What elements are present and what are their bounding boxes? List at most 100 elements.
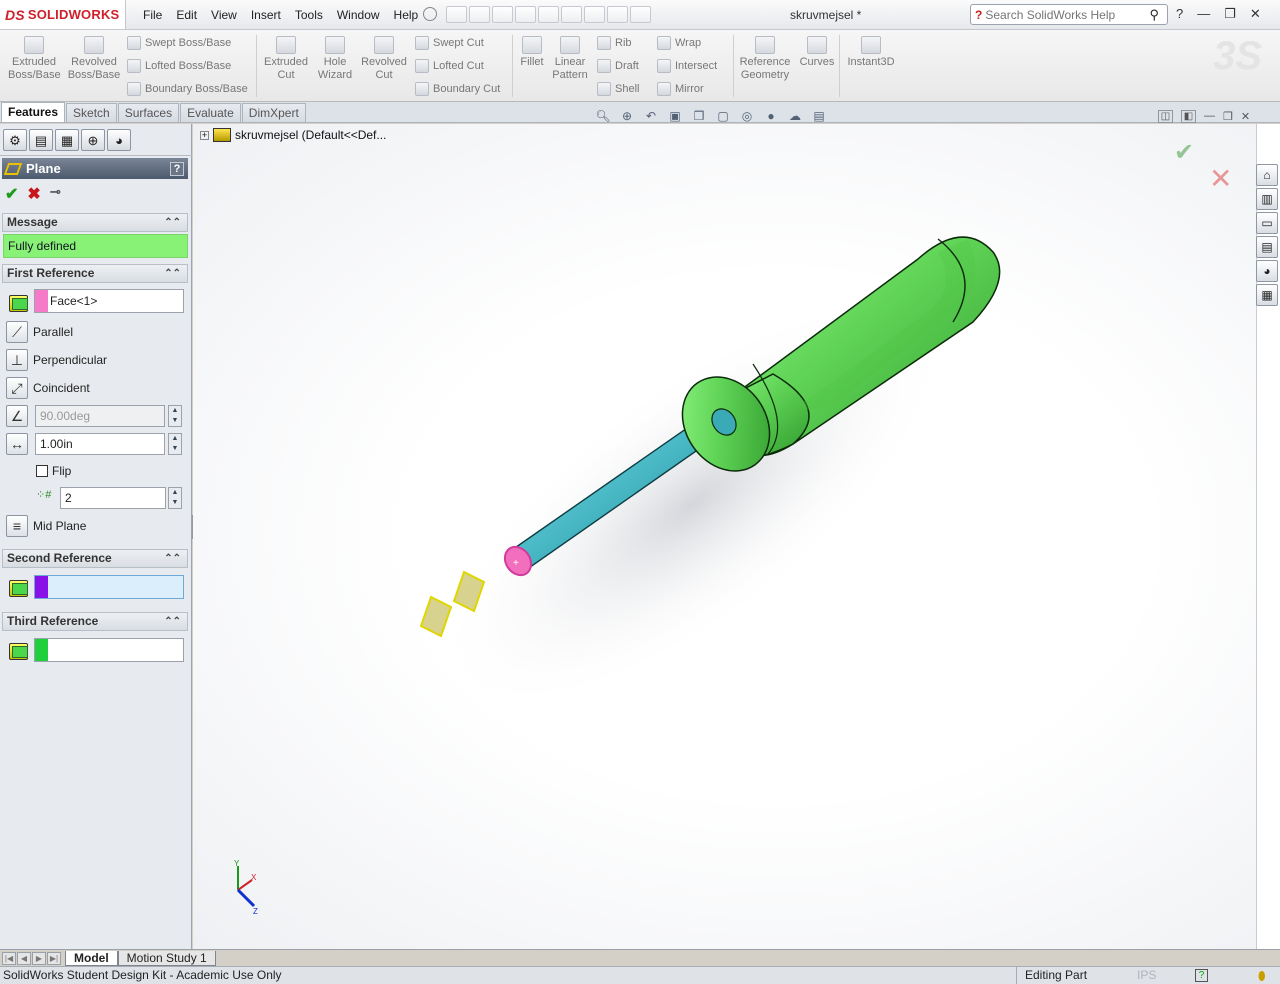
confirmation-ok-icon[interactable]: ✔ (1174, 138, 1194, 167)
rib-button[interactable]: Rib (597, 36, 632, 50)
file-explorer-icon[interactable]: ▭ (1256, 212, 1278, 234)
print-icon[interactable] (515, 6, 536, 23)
angle-icon[interactable]: ∠ (6, 405, 28, 427)
hide-show-items-icon[interactable]: ◎ (737, 108, 757, 125)
first-reference-header[interactable]: First Reference ⌃⌃ (2, 264, 188, 283)
minimize-icon[interactable]: — (1197, 6, 1210, 22)
first-tab-icon[interactable]: |◀ (2, 951, 16, 965)
rebuild-indicator-icon[interactable]: ⬮ (1258, 968, 1266, 984)
feature-manager-tab-icon[interactable]: ⚙ (3, 129, 27, 151)
parallel-option[interactable]: ⟋ Parallel (6, 321, 73, 343)
swept-boss-button[interactable]: Swept Boss/Base (127, 36, 231, 50)
viewport-layout-icon[interactable]: ◧ (1181, 110, 1196, 123)
dimxpert-manager-tab-icon[interactable]: ⊕ (81, 129, 105, 151)
tab-surfaces[interactable]: Surfaces (117, 103, 180, 122)
property-manager-tab-icon[interactable]: ▤ (29, 129, 53, 151)
collapse-icon[interactable]: ⌃⌃ (164, 265, 181, 282)
distance-input[interactable]: 1.00in (35, 433, 165, 455)
viewport-restore-icon[interactable]: ❐ (1223, 110, 1233, 123)
prev-tab-icon[interactable]: ◀ (17, 951, 31, 965)
menu-edit[interactable]: Edit (169, 8, 204, 22)
model-view[interactable]: + (193, 124, 1256, 949)
second-reference-header[interactable]: Second Reference ⌃⌃ (2, 549, 188, 568)
wrap-button[interactable]: Wrap (657, 36, 701, 50)
menu-file[interactable]: File (136, 8, 169, 22)
view-settings-icon[interactable]: ▤ (809, 108, 829, 125)
third-reference-field[interactable] (34, 638, 184, 662)
units-indicator[interactable]: IPS (1137, 967, 1156, 984)
viewport-close-icon[interactable]: ✕ (1241, 110, 1250, 123)
display-manager-tab-icon[interactable]: ◕ (107, 129, 131, 151)
angle-input[interactable]: 90.00deg (35, 405, 165, 427)
quick-tips-icon[interactable]: ? (1195, 969, 1208, 982)
revolved-boss-button[interactable]: Revolved Boss/Base (66, 36, 122, 82)
extruded-cut-button[interactable]: Extruded Cut (262, 36, 310, 82)
linear-pattern-button[interactable]: Linear Pattern (549, 36, 591, 82)
revolved-cut-button[interactable]: Revolved Cut (359, 36, 409, 82)
zoom-to-fit-icon[interactable]: 🔍︎ (593, 108, 613, 125)
menu-tools[interactable]: Tools (288, 8, 330, 22)
menu-pin-icon[interactable] (423, 7, 437, 21)
viewport-minimize-icon[interactable]: — (1204, 110, 1215, 123)
lofted-cut-button[interactable]: Lofted Cut (415, 59, 484, 73)
last-tab-icon[interactable]: ▶| (47, 951, 61, 965)
options-icon[interactable] (630, 6, 651, 23)
tab-dimxpert[interactable]: DimXpert (241, 103, 306, 122)
tab-model[interactable]: Model (65, 950, 118, 966)
previous-view-icon[interactable]: ↶ (641, 108, 661, 125)
close-icon[interactable]: ✕ (1250, 6, 1261, 22)
tab-evaluate[interactable]: Evaluate (180, 103, 241, 122)
perpendicular-option[interactable]: ⊥ Perpendicular (6, 349, 107, 371)
view-orientation-icon[interactable]: ❒ (689, 108, 709, 125)
ok-check-icon[interactable]: ✔ (5, 184, 18, 204)
custom-properties-icon[interactable]: ▦ (1256, 284, 1278, 306)
help-search-input[interactable] (985, 7, 1136, 22)
menu-view[interactable]: View (204, 8, 244, 22)
configuration-manager-tab-icon[interactable]: ▦ (55, 129, 79, 151)
lofted-boss-button[interactable]: Lofted Boss/Base (127, 59, 231, 73)
tab-features[interactable]: Features (1, 102, 66, 122)
viewport-split-icon[interactable]: ◫ (1158, 110, 1173, 123)
fillet-button[interactable]: Fillet (516, 36, 548, 69)
shell-button[interactable]: Shell (597, 82, 639, 96)
undo-icon[interactable] (538, 6, 559, 23)
extruded-boss-button[interactable]: Extruded Boss/Base (8, 36, 61, 82)
angle-spinner[interactable]: ▲ ▼ (168, 405, 182, 427)
help-button[interactable]: ? (170, 161, 184, 176)
next-tab-icon[interactable]: ▶ (32, 951, 46, 965)
mid-plane-option[interactable]: ≡ Mid Plane (6, 515, 86, 537)
message-section-header[interactable]: Message ⌃⌃ (2, 213, 188, 232)
display-style-icon[interactable]: ▢ (713, 108, 733, 125)
select-icon[interactable] (561, 6, 582, 23)
boundary-cut-button[interactable]: Boundary Cut (415, 82, 500, 96)
second-reference-field[interactable] (34, 575, 184, 599)
file-properties-icon[interactable] (607, 6, 628, 23)
first-reference-field[interactable]: Face<1> (34, 289, 184, 313)
flip-checkbox[interactable]: Flip (36, 464, 71, 478)
collapse-icon[interactable]: ⌃⌃ (164, 613, 181, 630)
section-view-icon[interactable]: ▣ (665, 108, 685, 125)
hole-wizard-button[interactable]: Hole Wizard (314, 36, 356, 82)
mirror-button[interactable]: Mirror (657, 82, 704, 96)
apply-scene-icon[interactable]: ☁ (785, 108, 805, 125)
zoom-to-area-icon[interactable]: ⊕ (617, 108, 637, 125)
collapse-icon[interactable]: ⌃⌃ (164, 214, 181, 231)
rebuild-icon[interactable] (584, 6, 605, 23)
menu-window[interactable]: Window (330, 8, 387, 22)
edit-appearance-icon[interactable]: ● (761, 108, 781, 125)
part-name[interactable]: skruvmejsel (Default<<Def... (235, 128, 386, 142)
new-document-icon[interactable] (446, 6, 467, 23)
pushpin-icon[interactable]: ⊸ (50, 184, 61, 204)
help-menu-icon[interactable]: ? (1176, 6, 1183, 22)
reference-geometry-button[interactable]: Reference Geometry (738, 36, 792, 82)
confirmation-cancel-icon[interactable]: ✕ (1209, 162, 1232, 195)
curves-button[interactable]: Curves (798, 36, 836, 69)
instances-spinner[interactable]: ▲ ▼ (168, 487, 182, 509)
solidworks-logo[interactable]: DS SOLIDWORKS (0, 0, 126, 29)
view-palette-icon[interactable]: ▤ (1256, 236, 1278, 258)
coincident-option[interactable]: ⤢ Coincident (6, 377, 90, 399)
distance-spinner[interactable]: ▲ ▼ (168, 433, 182, 455)
collapse-icon[interactable]: ⌃⌃ (164, 550, 181, 567)
boundary-boss-button[interactable]: Boundary Boss/Base (127, 82, 248, 96)
menu-help[interactable]: Help (387, 8, 426, 22)
